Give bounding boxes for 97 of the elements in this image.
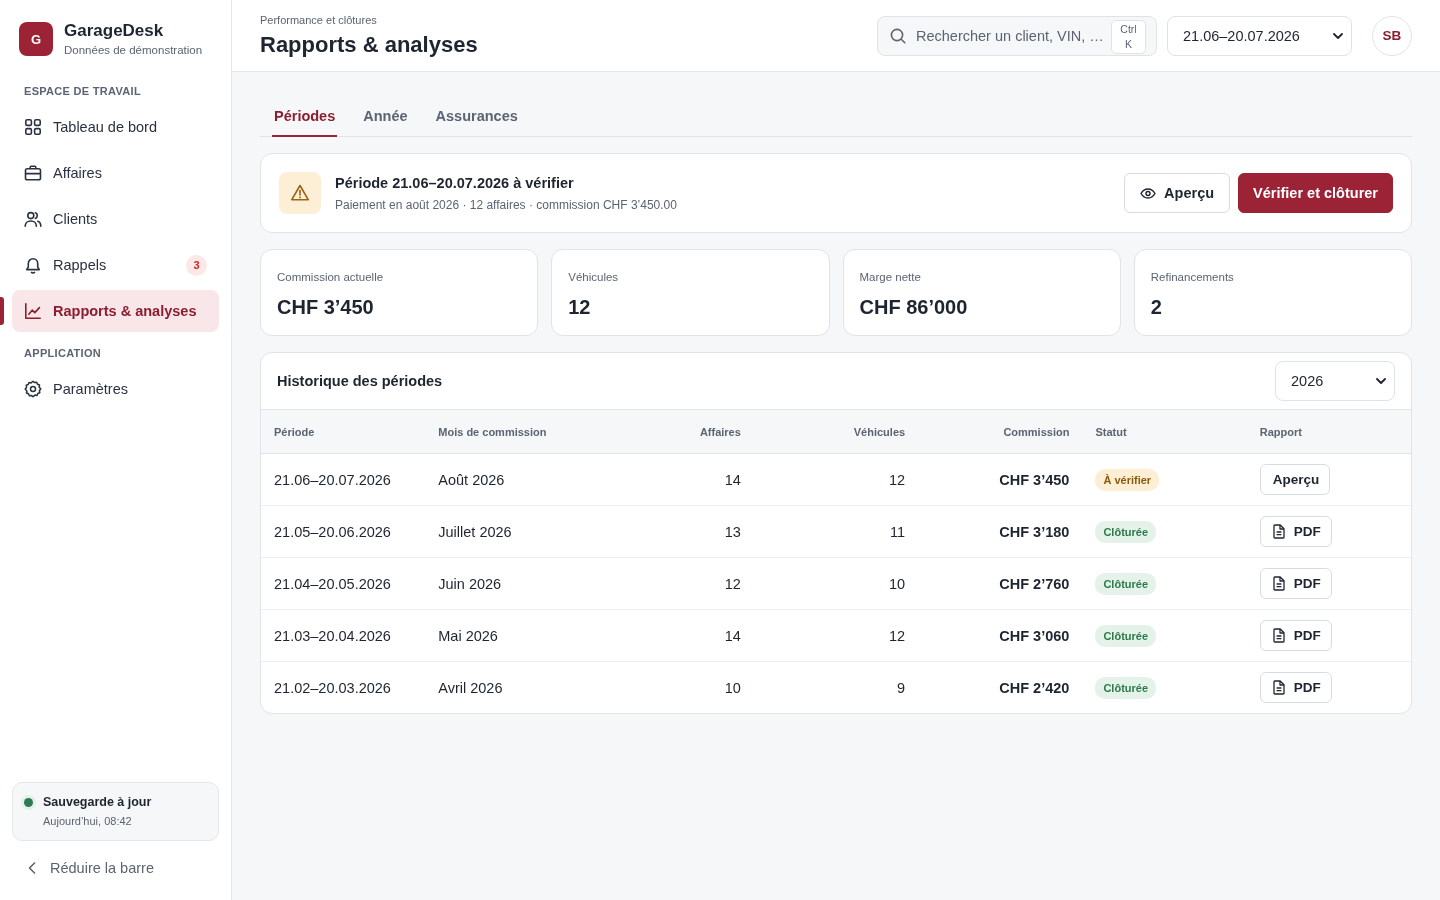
bell-icon (24, 256, 42, 274)
pdf-button[interactable]: PDF (1259, 516, 1332, 547)
pdf-button[interactable]: PDF (1259, 620, 1332, 651)
column-header: Affaires (589, 409, 754, 454)
status-tag: Clôturée (1095, 572, 1157, 595)
table-cell: CHF 2’760 (918, 557, 1083, 610)
chevron-down-icon (1333, 32, 1343, 39)
table-cell: CHF 3’450 (918, 453, 1083, 506)
column-header: Période (261, 409, 426, 454)
table-cell: 12 (753, 609, 919, 662)
table-cell: Avril 2026 (425, 661, 590, 713)
table-cell: Mai 2026 (425, 609, 590, 662)
brand-logo: G (19, 22, 53, 56)
column-header: Statut (1082, 409, 1247, 454)
tab[interactable]: Assurances (433, 96, 520, 137)
table-cell: Juillet 2026 (425, 505, 590, 558)
nav-item[interactable]: Rappels 3 (12, 244, 219, 286)
table-cell: 9 (753, 661, 919, 713)
table-cell: 21.04–20.05.2026 (261, 557, 426, 610)
table-cell: 21.06–20.07.2026 (261, 453, 426, 506)
stat-label: Véhicules (568, 270, 620, 285)
document-icon (1272, 576, 1285, 591)
search-icon (890, 27, 906, 44)
active-indicator (0, 297, 4, 325)
count-badge: 3 (186, 254, 207, 276)
status-tag: Clôturée (1095, 676, 1157, 699)
stat-value: CHF 86’000 (859, 295, 969, 320)
tab[interactable]: Année (361, 96, 410, 137)
table-cell: CHF 3’060 (918, 609, 1083, 662)
table-cell: 13 (589, 505, 754, 558)
keyboard-shortcut: Ctrl K (1111, 19, 1146, 54)
page-title: Rapports & analyses (260, 31, 478, 58)
line-chart-icon (24, 302, 42, 320)
table-cell: 21.03–20.04.2026 (261, 609, 426, 662)
chevron-down-icon (1376, 378, 1386, 384)
nav-item[interactable]: Clients (12, 198, 219, 240)
nav-item[interactable]: Affaires (12, 152, 219, 194)
collapse-sidebar-button[interactable]: Réduire la barre (12, 850, 219, 886)
column-header: Véhicules (753, 409, 919, 454)
tab[interactable]: Périodes (272, 96, 338, 137)
user-avatar[interactable]: SB (1372, 15, 1412, 56)
table-cell: CHF 2’420 (918, 661, 1083, 713)
section-heading: ESPACE DE TRAVAIL (23, 84, 142, 98)
nav-item[interactable]: Tableau de bord (12, 106, 219, 148)
alert-details: Paiement en août 2026 · 12 affaires · commission CHF 3’450.00 (335, 196, 678, 213)
brand-subtitle: Données de démonstration (64, 43, 203, 58)
eye-icon (1140, 187, 1157, 199)
briefcase-icon (24, 164, 42, 182)
document-icon (1272, 628, 1285, 643)
period-select[interactable]: 21.06–20.07.2026 (1167, 15, 1352, 56)
preview-button[interactable]: Aperçu (1259, 464, 1331, 495)
table-cell: Août 2026 (425, 453, 590, 506)
warning-icon (279, 172, 321, 214)
backup-time: Aujourd’hui, 08:42 (43, 814, 133, 829)
breadcrumb: Performance et clôtures (260, 13, 378, 27)
pdf-button[interactable]: PDF (1259, 568, 1332, 599)
table-cell: 12 (753, 453, 919, 506)
table-cell: 11 (753, 505, 919, 558)
status-dot-icon (24, 798, 33, 807)
table-cell: 12 (589, 557, 754, 610)
nav-item[interactable]: Rapports & analyses (12, 290, 219, 332)
table-cell: Juin 2026 (425, 557, 590, 610)
document-icon (1272, 680, 1285, 695)
section-heading: APPLICATION (23, 346, 103, 360)
table-cell: 14 (589, 453, 754, 506)
stat-label: Marge nette (859, 270, 922, 285)
table-cell: 10 (753, 557, 919, 610)
table-cell: 21.05–20.06.2026 (261, 505, 426, 558)
chevron-left-icon (28, 862, 36, 874)
brand-name: GarageDesk (64, 20, 165, 41)
verify-close-button[interactable]: Vérifier et clôturer (1238, 173, 1393, 213)
stat-label: Refinancements (1150, 270, 1235, 285)
status-tag: Clôturée (1095, 520, 1157, 543)
stat-label: Commission actuelle (277, 270, 385, 285)
table-cell: 21.02–20.03.2026 (261, 661, 426, 713)
column-header: Mois de commission (425, 409, 590, 454)
column-header: Commission (918, 409, 1083, 454)
alert-title: Période 21.06–20.07.2026 à vérifier (335, 173, 575, 193)
pdf-button[interactable]: PDF (1259, 672, 1332, 703)
year-select[interactable]: 2026 (1275, 361, 1395, 401)
preview-button[interactable]: Aperçu (1124, 173, 1231, 213)
document-icon (1272, 524, 1285, 539)
table-cell: 14 (589, 609, 754, 662)
stat-value: 12 (568, 295, 592, 320)
table-cell: 10 (589, 661, 754, 713)
table-cell: CHF 3’180 (918, 505, 1083, 558)
stat-value: CHF 3’450 (277, 295, 375, 320)
grid-icon (24, 118, 42, 136)
users-icon (24, 210, 42, 228)
status-tag: Clôturée (1095, 624, 1157, 647)
stat-value: 2 (1150, 295, 1163, 320)
column-header: Rapport (1246, 409, 1411, 454)
backup-status-title: Sauvegarde à jour (43, 794, 152, 811)
nav-item[interactable]: Paramètres (12, 368, 219, 410)
settings-icon (24, 380, 42, 398)
status-tag: À vérifier (1095, 468, 1160, 491)
panel-title: Historique des périodes (277, 373, 443, 389)
